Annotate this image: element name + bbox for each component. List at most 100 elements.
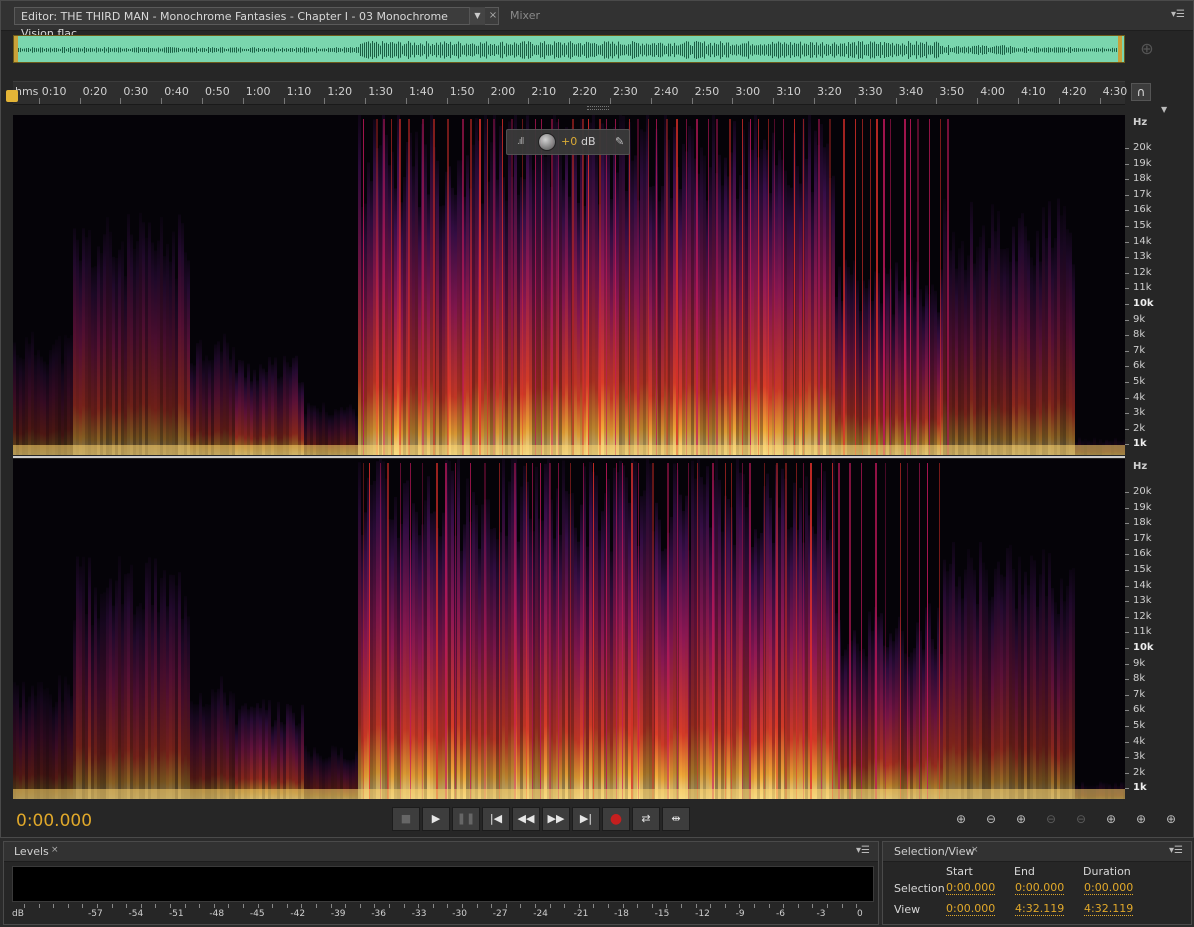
zoom-in-amplitude-icon[interactable]: ⊕ (949, 809, 973, 829)
overview-wave-sample (56, 48, 57, 52)
overview-wave-sample (992, 47, 993, 53)
spectrum-column (1030, 555, 1033, 799)
tab-selection-view[interactable]: Selection/View (894, 845, 975, 858)
spectrum-column (16, 355, 19, 455)
overview-wave-sample (728, 42, 729, 58)
freq-tick (1125, 319, 1129, 321)
zoom-selection-right-icon[interactable]: ⊕ (1159, 809, 1183, 829)
close-tab-icon[interactable]: × (487, 7, 499, 25)
spectrum-column (994, 231, 997, 455)
overview-wave-sample (838, 45, 839, 55)
spectrum-transient (637, 119, 639, 455)
selection-start-value[interactable]: 0:00.000 (946, 881, 996, 895)
close-levels-icon[interactable]: × (51, 845, 59, 855)
selection-end-value[interactable]: 0:00.000 (1015, 881, 1065, 895)
move-to-end-icon[interactable]: ▶| (572, 807, 600, 831)
current-time-display[interactable]: 0:00.000 (16, 811, 92, 831)
zoom-out-time-icon[interactable]: ⊖ (1039, 809, 1063, 829)
close-selection-view-icon[interactable]: × (971, 845, 979, 855)
level-meter (12, 866, 874, 902)
spectrum-transient (387, 463, 389, 799)
selection-duration-value[interactable]: 0:00.000 (1084, 881, 1134, 895)
fast-forward-icon[interactable]: ▶▶ (542, 807, 570, 831)
spectrum-column (169, 261, 172, 455)
spectrum-column (964, 269, 967, 455)
spectrum-transient (484, 463, 486, 799)
db-tick (82, 904, 84, 908)
selection-view-menu-icon[interactable]: ▾☰ (1169, 845, 1183, 856)
spectrum-column (943, 198, 946, 455)
spectrum-column (70, 696, 73, 799)
overview-wave-sample (872, 42, 873, 58)
spectrum-column (37, 349, 40, 455)
spectrum-column (187, 616, 190, 799)
gain-knob[interactable] (538, 133, 556, 151)
spectrum-column (547, 151, 550, 455)
overview-wave-sample (532, 43, 533, 57)
spectrum-column (19, 707, 22, 799)
ruler-tick (569, 98, 571, 104)
spectrum-column (43, 689, 46, 799)
spectrum-column (190, 701, 193, 799)
overview-wave-sample (704, 41, 705, 59)
spectrum-column (181, 223, 184, 455)
ruler-tick (324, 98, 326, 104)
overview-wave-sample (470, 43, 471, 57)
time-ruler[interactable]: hms 0:10 0:20 0:30 0:40 0:50 1:00 1:10 1:20 1:30… (13, 81, 1127, 105)
freq-tick (1125, 507, 1129, 509)
spectrum-column (490, 528, 493, 799)
spectrum-column (886, 273, 889, 455)
spectrum-column (670, 516, 673, 799)
overview-waveform[interactable] (13, 35, 1125, 63)
spectrum-column (994, 568, 997, 799)
record-icon[interactable]: ● (602, 807, 630, 831)
spectrum-column (202, 360, 205, 455)
overview-wave-sample (1074, 48, 1075, 52)
gain-value[interactable]: +0 (561, 135, 577, 148)
pin-icon[interactable]: ✎ (615, 135, 624, 148)
zoom-navigator-icon[interactable]: ⊕ (1137, 39, 1157, 59)
overview-wave-sample (566, 45, 567, 55)
spectrum-column (412, 166, 415, 455)
spectrum-column (112, 605, 115, 799)
spectrogram-channel-left[interactable] (13, 115, 1125, 455)
pause-icon[interactable]: ❚❚ (452, 807, 480, 831)
overview-wave-sample (332, 48, 333, 52)
db-tick-label: -18 (614, 909, 629, 919)
overview-wave-sample (548, 44, 549, 56)
zoom-in-selection-icon[interactable]: ⊕ (1099, 809, 1123, 829)
view-end-value[interactable]: 4:32.119 (1015, 902, 1065, 916)
zoom-selection-left-icon[interactable]: ⊕ (1129, 809, 1153, 829)
tab-mixer[interactable]: Mixer (504, 7, 546, 25)
overview-wave-sample (1086, 48, 1087, 52)
ruler-resize-grip[interactable] (587, 106, 609, 110)
overview-wave-sample (988, 47, 989, 53)
file-dropdown-icon[interactable]: ▼ (469, 7, 485, 25)
view-start-value[interactable]: 0:00.000 (946, 902, 996, 916)
spectral-scale-dropdown-icon[interactable]: ▼ (1161, 105, 1167, 114)
overview-wave-sample (160, 48, 161, 52)
spectrum-column (91, 625, 94, 799)
zoom-out-full-icon[interactable]: ⊖ (1069, 809, 1093, 829)
spectrum-column (769, 497, 772, 799)
rewind-icon[interactable]: ◀◀ (512, 807, 540, 831)
loop-icon[interactable]: ⇄ (632, 807, 660, 831)
zoom-in-time-icon[interactable]: ⊕ (1009, 809, 1033, 829)
stop-icon[interactable]: ■ (392, 807, 420, 831)
view-duration-value[interactable]: 4:32.119 (1084, 902, 1134, 916)
playhead-marker[interactable] (6, 90, 18, 102)
panel-menu-icon[interactable]: ▾☰ (1171, 9, 1185, 20)
spectrogram-channel-right[interactable] (13, 459, 1125, 799)
snap-magnet-icon[interactable]: ∩ (1131, 83, 1151, 101)
zoom-out-amplitude-icon[interactable]: ⊖ (979, 809, 1003, 829)
levels-panel-menu-icon[interactable]: ▾☰ (856, 845, 870, 856)
tab-levels[interactable]: Levels (14, 845, 49, 858)
move-to-start-icon[interactable]: |◀ (482, 807, 510, 831)
spectrum-transient (582, 119, 584, 455)
skip-selection-icon[interactable]: ⇹ (662, 807, 690, 831)
play-icon[interactable]: ▶ (422, 807, 450, 831)
tab-editor[interactable]: Editor: THE THIRD MAN - Monochrome Fanta… (14, 7, 499, 40)
spectrum-transient (919, 463, 920, 799)
spectrum-column (1036, 606, 1039, 799)
spectrum-transient (447, 119, 449, 455)
